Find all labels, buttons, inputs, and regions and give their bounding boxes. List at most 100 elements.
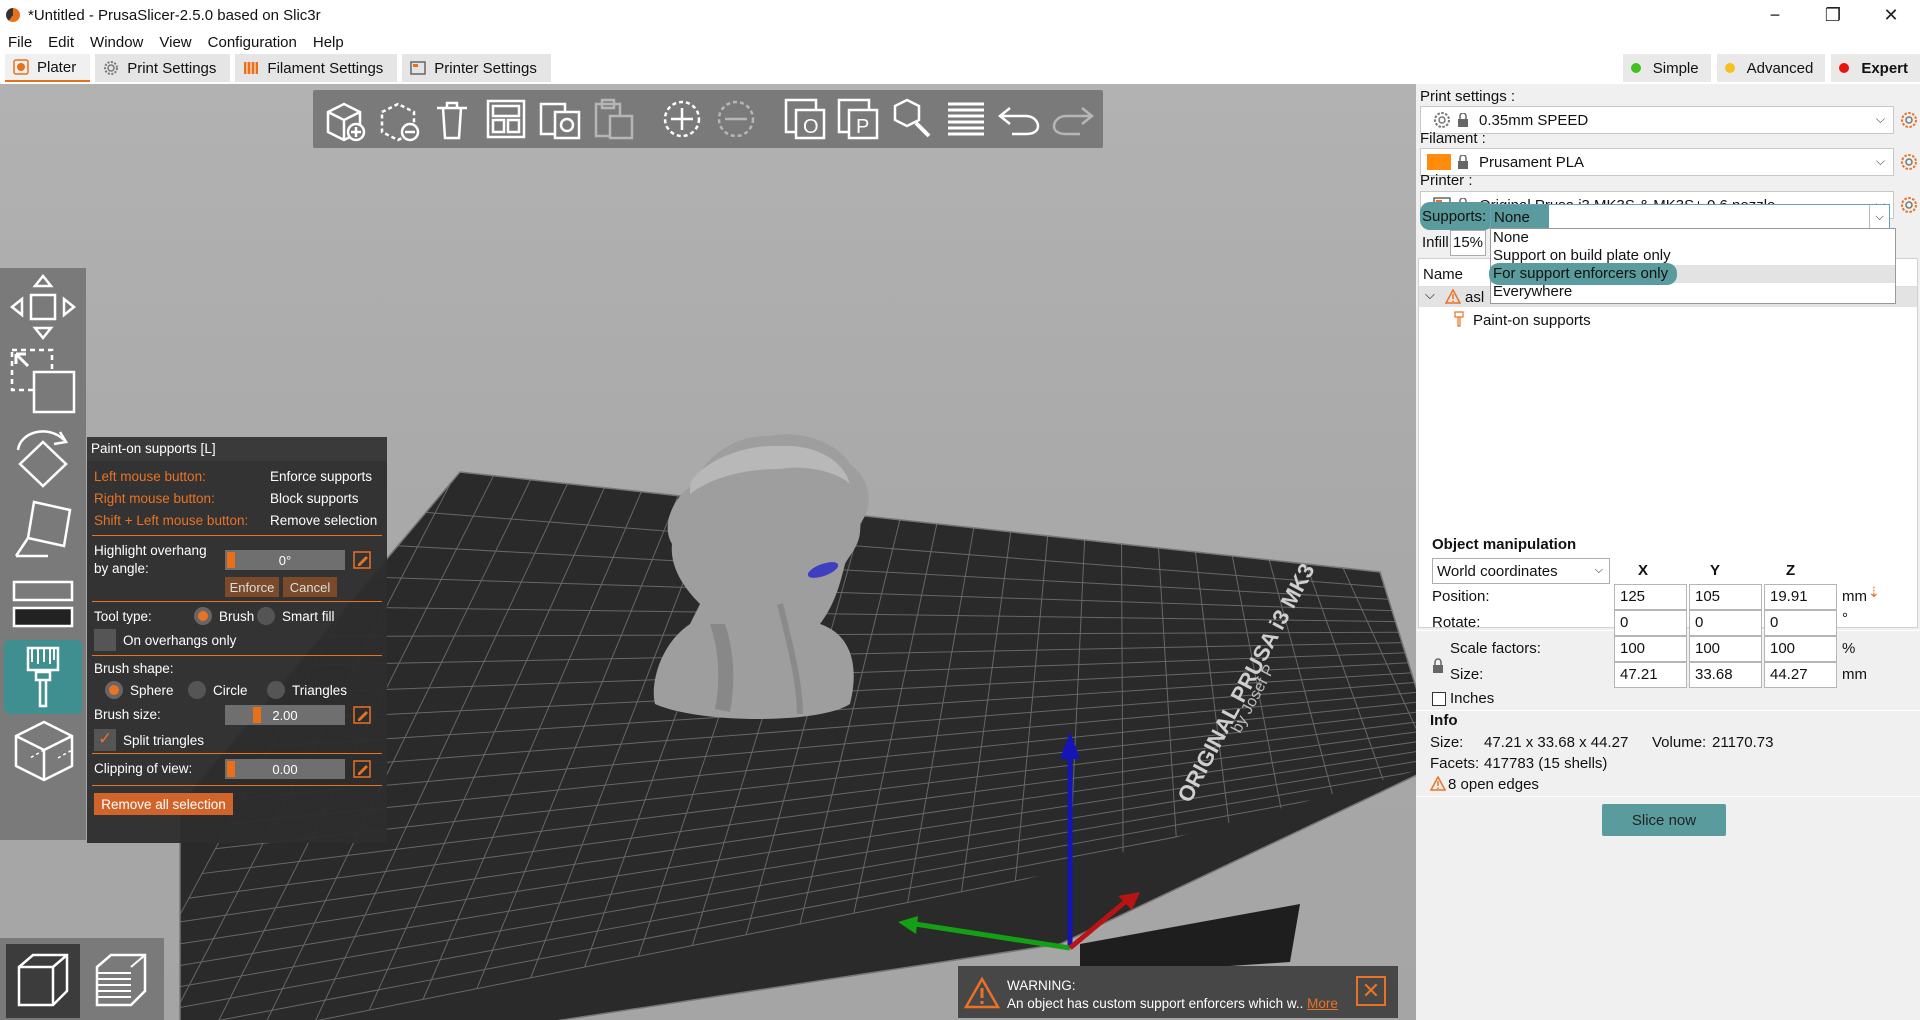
add-icon[interactable]	[321, 94, 369, 144]
remove-all-selection-button[interactable]: Remove all selection	[94, 793, 233, 815]
tab-filament-settings-label: Filament Settings	[267, 59, 384, 77]
scale-icon[interactable]	[4, 344, 82, 418]
slice-now-button[interactable]: Slice now	[1602, 804, 1726, 836]
printer-gear-icon[interactable]	[1900, 196, 1918, 214]
shift-left-mouse-label: Shift + Left mouse button:	[94, 513, 249, 528]
supports-option-none[interactable]: None	[1491, 229, 1895, 247]
shape-sphere-radio[interactable]	[105, 681, 123, 699]
supports-option-everywhere[interactable]: Everywhere	[1491, 283, 1895, 301]
mode-advanced[interactable]: Advanced	[1716, 54, 1826, 82]
menu-configuration[interactable]: Configuration	[200, 34, 305, 51]
maximize-button[interactable]: ❐	[1804, 0, 1862, 30]
shape-circle-radio[interactable]	[188, 681, 206, 699]
rotate-x-input[interactable]: 0	[1614, 610, 1687, 636]
rotate-y-input[interactable]: 0	[1689, 610, 1762, 636]
simple-mode-dot-icon	[1630, 63, 1641, 73]
filament-gear-icon[interactable]	[1900, 153, 1918, 171]
close-window-button[interactable]: ✕	[1862, 0, 1920, 30]
undo-icon[interactable]	[996, 94, 1044, 144]
tool-smart-fill-label: Smart fill	[282, 608, 335, 624]
move-icon[interactable]	[4, 270, 82, 344]
scale-y-input[interactable]: 100	[1689, 636, 1762, 662]
tab-filament-settings[interactable]: Filament Settings	[235, 54, 398, 82]
lock-scale-icon[interactable]	[1432, 658, 1444, 674]
split-parts-icon[interactable]: P	[835, 94, 883, 144]
paint-supports-icon[interactable]	[4, 640, 82, 714]
filament-combo[interactable]: Prusament PLA ⌵	[1420, 148, 1894, 176]
filament-color-swatch[interactable]	[1427, 154, 1451, 170]
size-y-input[interactable]: 33.68	[1689, 662, 1762, 688]
brush-size-slider[interactable]: 2.00	[225, 705, 345, 725]
paint-on-supports-row[interactable]: Paint-on supports	[1419, 309, 1917, 329]
position-x-input[interactable]: 125	[1614, 584, 1687, 610]
paste-icon[interactable]	[589, 94, 637, 144]
clipping-of-view-slider[interactable]: 0.00	[225, 759, 345, 779]
drop-to-bed-icon[interactable]: ⇣	[1868, 584, 1880, 601]
close-warning-icon[interactable]: ✕	[1356, 976, 1386, 1006]
add-instance-icon[interactable]	[658, 94, 706, 144]
edit-angle-icon[interactable]	[353, 551, 371, 569]
size-x-input[interactable]: 47.21	[1614, 662, 1687, 688]
position-y-input[interactable]: 105	[1689, 584, 1762, 610]
delete-icon[interactable]	[375, 94, 423, 144]
redo-icon[interactable]	[1049, 94, 1097, 144]
inches-checkbox[interactable]	[1432, 692, 1446, 706]
coordinates-select[interactable]: World coordinates ⌵	[1432, 558, 1610, 584]
arrange-icon[interactable]	[482, 94, 530, 144]
menu-view[interactable]: View	[151, 34, 199, 51]
search-icon[interactable]	[888, 94, 936, 144]
shape-triangles-radio[interactable]	[267, 681, 285, 699]
remove-instance-icon[interactable]	[712, 94, 760, 144]
rotate-z-input[interactable]: 0	[1764, 610, 1837, 636]
edit-brush-size-icon[interactable]	[353, 706, 371, 724]
tab-bar: Plater Print Settings Filament Settings …	[0, 54, 1920, 84]
scale-unit: %	[1842, 640, 1856, 657]
name-column-header[interactable]: Name	[1423, 266, 1463, 283]
preview-layers-icon[interactable]	[84, 944, 158, 1018]
delete-all-icon[interactable]	[428, 94, 476, 144]
expand-chevron-icon[interactable]: ⌵	[1425, 287, 1435, 303]
split-triangles-checkbox[interactable]	[94, 729, 116, 751]
mode-expert[interactable]: Expert	[1831, 54, 1920, 82]
model-bust[interactable]	[653, 434, 869, 719]
menu-edit[interactable]: Edit	[40, 34, 82, 51]
place-on-face-icon[interactable]	[4, 492, 82, 566]
3d-viewport[interactable]: ORIGINAL PRUSA i3 MK3 by Josef P O P Pai…	[0, 84, 1416, 1020]
separator	[92, 535, 382, 536]
edit-clipping-icon[interactable]	[353, 760, 371, 778]
layers-editing-icon[interactable]	[942, 94, 990, 144]
enforce-button[interactable]: Enforce	[225, 577, 279, 597]
overhang-angle-slider[interactable]: 0°	[225, 550, 345, 570]
copy-icon[interactable]	[536, 94, 584, 144]
menu-file[interactable]: File	[0, 34, 40, 51]
size-z-input[interactable]: 44.27	[1764, 662, 1837, 688]
warning-more-link[interactable]: More	[1307, 996, 1338, 1011]
tab-print-settings[interactable]: Print Settings	[95, 54, 231, 82]
cancel-button[interactable]: Cancel	[283, 577, 337, 597]
on-overhangs-only-checkbox[interactable]	[94, 629, 116, 651]
scale-x-input[interactable]: 100	[1614, 636, 1687, 662]
minimize-button[interactable]: −	[1746, 0, 1804, 30]
position-z-input[interactable]: 19.91	[1764, 584, 1837, 610]
print-settings-combo[interactable]: 0.35mm SPEED ⌵	[1420, 106, 1894, 134]
tool-brush-radio[interactable]	[194, 607, 212, 625]
infill-combo[interactable]: 15%	[1450, 230, 1486, 256]
split-objects-icon[interactable]: O	[781, 94, 829, 144]
menu-help[interactable]: Help	[305, 34, 352, 51]
simplify-icon[interactable]	[4, 714, 82, 788]
supports-combo[interactable]: None ⌵	[1490, 204, 1890, 230]
print-settings-gear-icon[interactable]	[1900, 111, 1918, 129]
menu-window[interactable]: Window	[82, 34, 151, 51]
rotate-unit: °	[1842, 610, 1848, 627]
tool-smart-fill-radio[interactable]	[257, 607, 275, 625]
cut-icon[interactable]	[4, 566, 82, 640]
rotate-icon[interactable]	[4, 418, 82, 492]
tab-plater[interactable]: Plater	[5, 54, 91, 82]
chevron-down-icon[interactable]: ⌵	[1869, 205, 1889, 229]
scale-z-input[interactable]: 100	[1764, 636, 1837, 662]
3d-view-icon[interactable]	[6, 944, 80, 1018]
mode-simple[interactable]: Simple	[1622, 54, 1711, 82]
position-label: Position:	[1432, 588, 1490, 605]
tab-printer-settings[interactable]: Printer Settings	[402, 54, 551, 82]
supports-option-enforcers-only[interactable]: For support enforcers only	[1489, 263, 1895, 285]
